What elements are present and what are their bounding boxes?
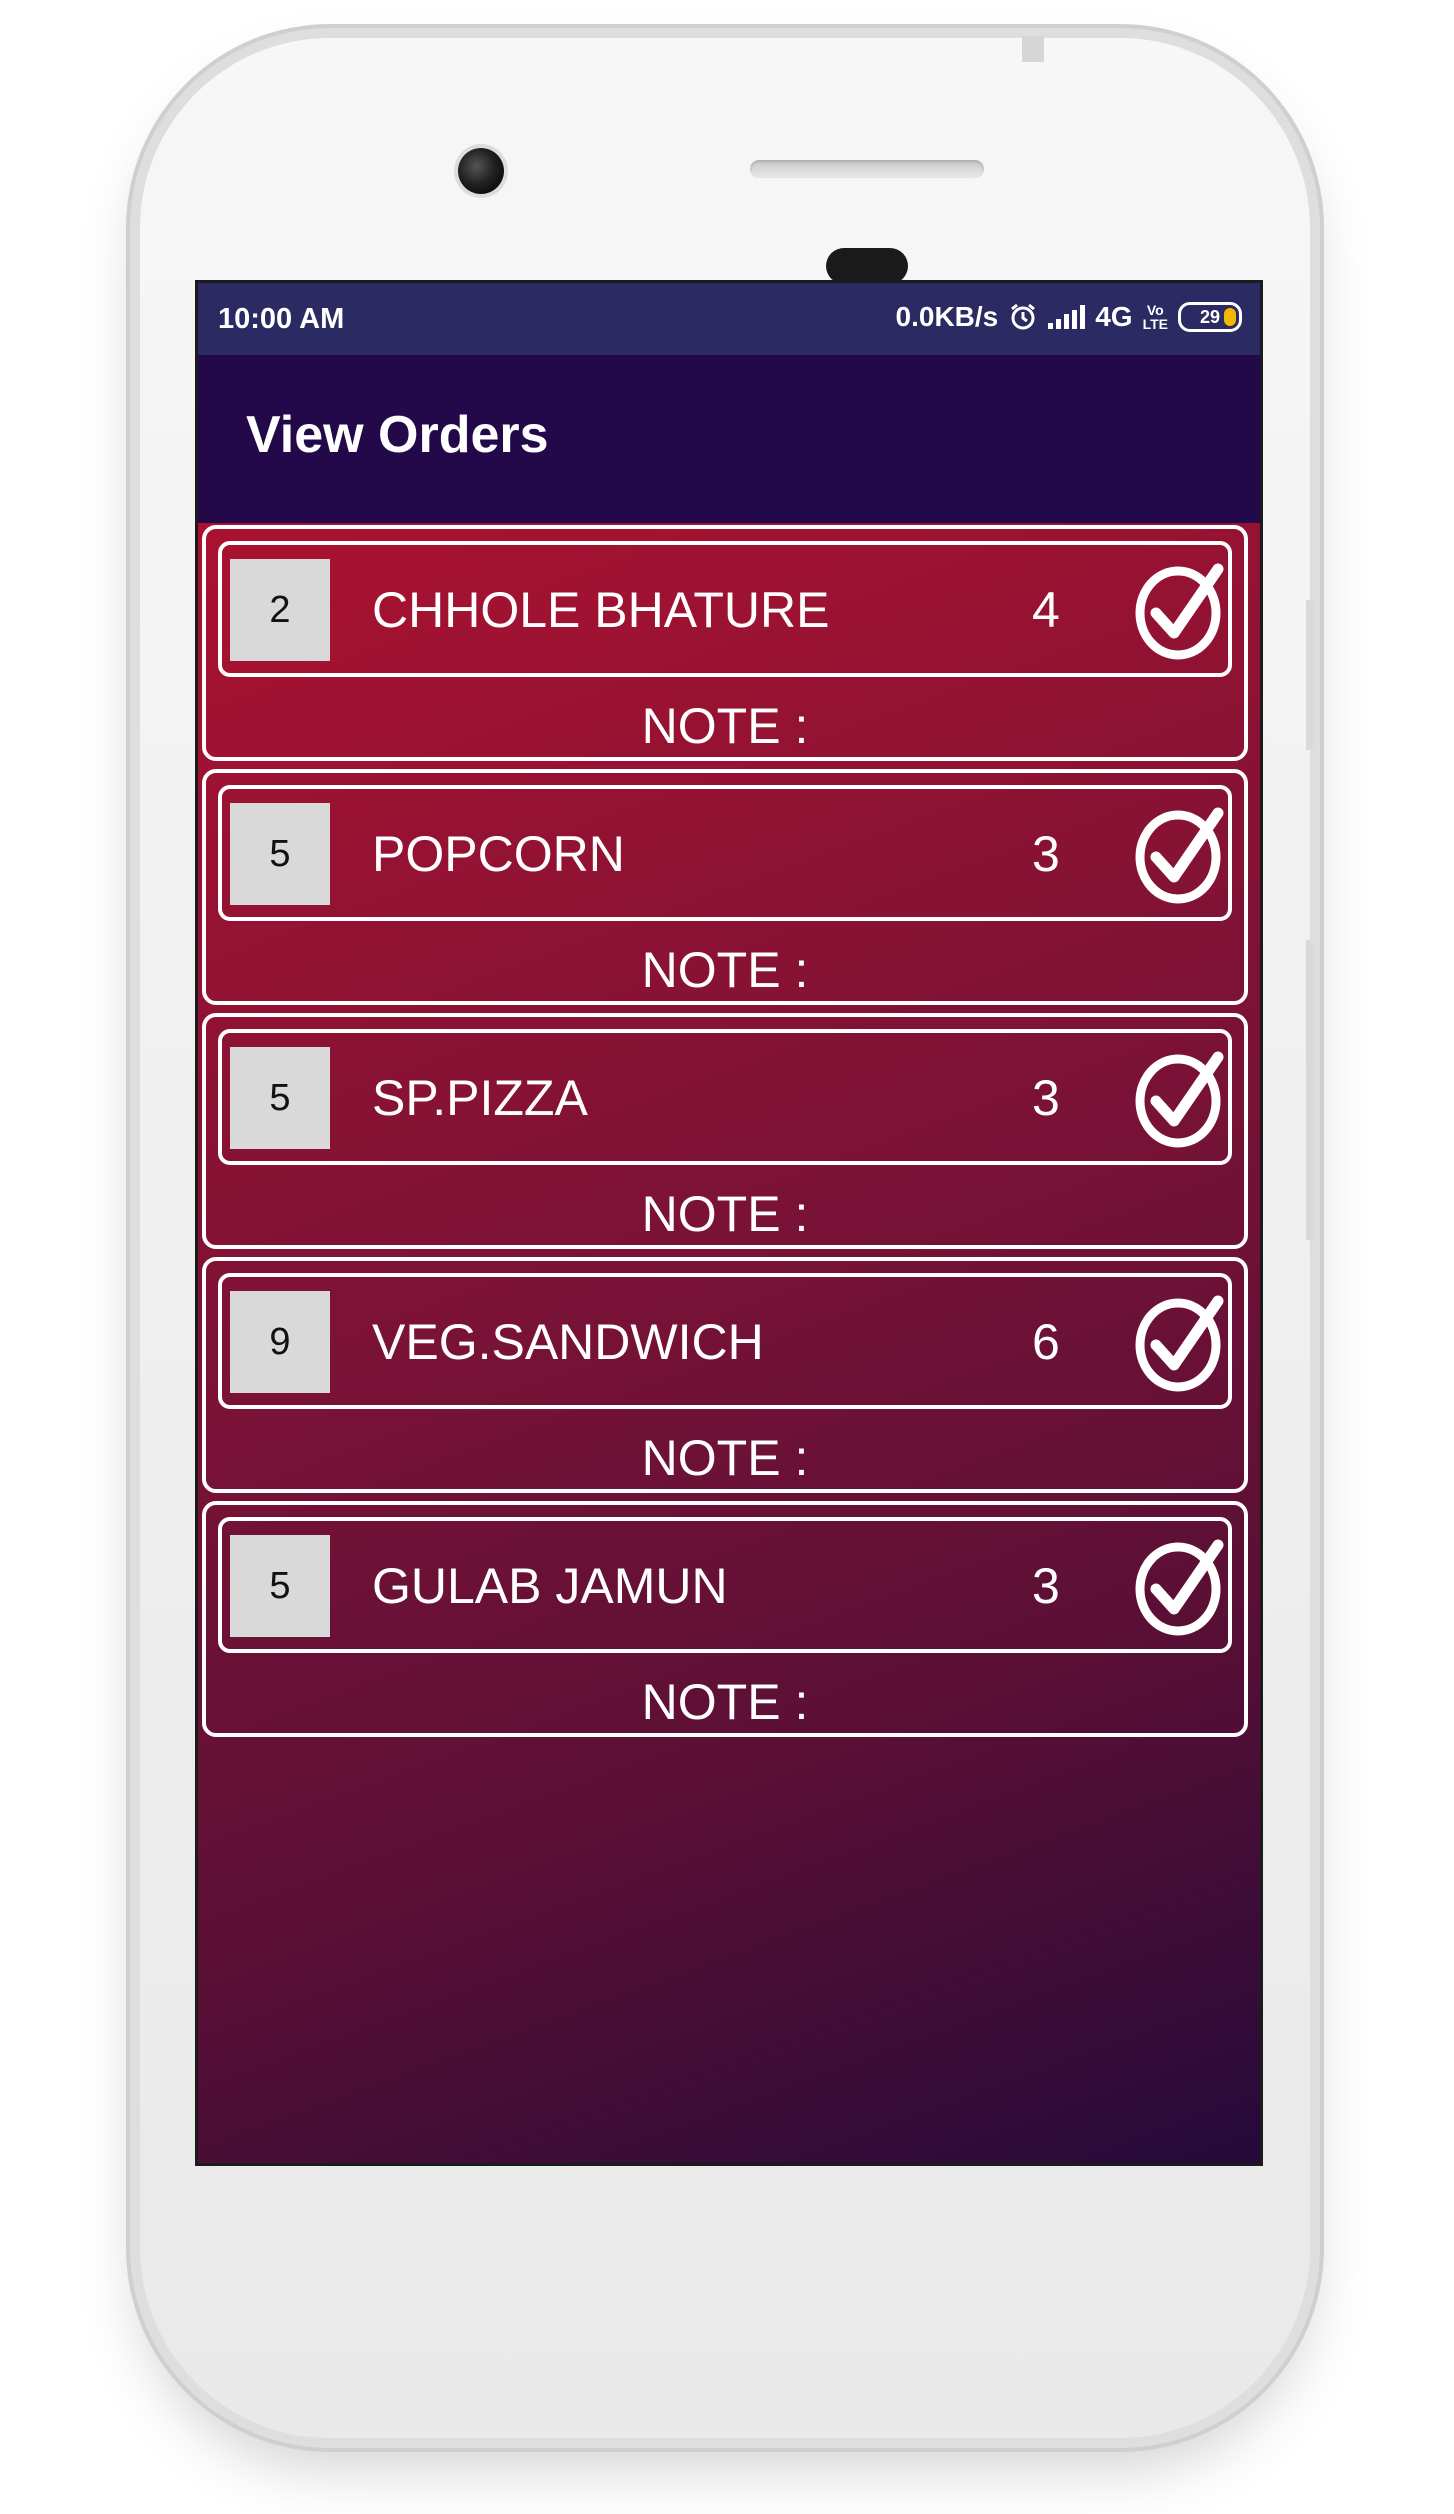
table-number: 5 xyxy=(230,803,330,905)
check-circle-icon[interactable] xyxy=(1134,801,1226,909)
alarm-icon xyxy=(1011,303,1036,330)
order-row: 5 POPCORN 3 xyxy=(218,785,1232,921)
order-card[interactable]: 5 POPCORN 3 NOTE : xyxy=(202,769,1248,1005)
battery-fill xyxy=(1224,308,1236,326)
table-number: 5 xyxy=(230,1047,330,1149)
check-circle-icon[interactable] xyxy=(1134,1289,1226,1397)
battery-icon: 29 xyxy=(1178,302,1242,332)
order-card[interactable]: 2 CHHOLE BHATURE 4 NOTE : xyxy=(202,525,1248,761)
order-row: 2 CHHOLE BHATURE 4 xyxy=(218,541,1232,677)
network-type: 4G xyxy=(1095,301,1133,332)
item-name: SP.PIZZA xyxy=(372,1070,588,1126)
order-note: NOTE : xyxy=(641,1186,809,1242)
item-quantity: 3 xyxy=(1032,826,1060,882)
check-circle-icon[interactable] xyxy=(1134,557,1226,665)
signal-icon xyxy=(1048,305,1086,329)
order-row: 9 VEG.SANDWICH 6 xyxy=(218,1273,1232,1409)
app-bar: View Orders xyxy=(198,355,1260,523)
item-quantity: 6 xyxy=(1032,1314,1060,1370)
item-name: CHHOLE BHATURE xyxy=(372,582,830,638)
order-note: NOTE : xyxy=(641,698,809,754)
item-name: GULAB JAMUN xyxy=(372,1558,728,1614)
proximity-sensor xyxy=(826,248,908,284)
status-icons: 0.0KB/s 4G Vo LTE 29 xyxy=(896,301,1242,333)
battery-level: 29 xyxy=(1199,306,1221,327)
table-number: 9 xyxy=(230,1291,330,1393)
status-time: 10:00 AM xyxy=(218,303,345,335)
item-name: POPCORN xyxy=(372,826,625,882)
front-camera xyxy=(458,148,504,194)
page-title: View Orders xyxy=(246,406,549,464)
order-card[interactable]: 5 SP.PIZZA 3 NOTE : xyxy=(202,1013,1248,1249)
network-speed: 0.0KB/s xyxy=(895,301,999,332)
order-note: NOTE : xyxy=(641,1430,809,1486)
volte-bottom: LTE xyxy=(1142,316,1168,332)
phone-top-button xyxy=(1022,36,1044,62)
order-card[interactable]: 5 GULAB JAMUN 3 NOTE : xyxy=(202,1501,1248,1737)
order-note: NOTE : xyxy=(641,942,809,998)
order-card[interactable]: 9 VEG.SANDWICH 6 NOTE : xyxy=(202,1257,1248,1493)
orders-list: 2 CHHOLE BHATURE 4 NOTE : 5 POPCORN 3 NO… xyxy=(202,525,1254,1745)
item-quantity: 3 xyxy=(1032,1070,1060,1126)
order-row: 5 SP.PIZZA 3 xyxy=(218,1029,1232,1165)
order-row: 5 GULAB JAMUN 3 xyxy=(218,1517,1232,1653)
check-circle-icon[interactable] xyxy=(1134,1533,1226,1641)
volte-top: Vo xyxy=(1146,302,1164,318)
earpiece-speaker xyxy=(750,160,984,178)
table-number: 2 xyxy=(230,559,330,661)
status-bar: 10:00 AM 0.0KB/s 4G Vo LTE 29 xyxy=(198,283,1260,355)
volte-icon: Vo LTE xyxy=(1143,303,1168,331)
volume-button xyxy=(1306,600,1314,750)
app-screen: 10:00 AM 0.0KB/s 4G Vo LTE 29 View Order… xyxy=(195,280,1263,2166)
check-circle-icon[interactable] xyxy=(1134,1045,1226,1153)
item-quantity: 3 xyxy=(1032,1558,1060,1614)
power-button xyxy=(1306,940,1314,1240)
item-name: VEG.SANDWICH xyxy=(372,1314,764,1370)
table-number: 5 xyxy=(230,1535,330,1637)
order-note: NOTE : xyxy=(641,1674,809,1730)
item-quantity: 4 xyxy=(1032,582,1060,638)
